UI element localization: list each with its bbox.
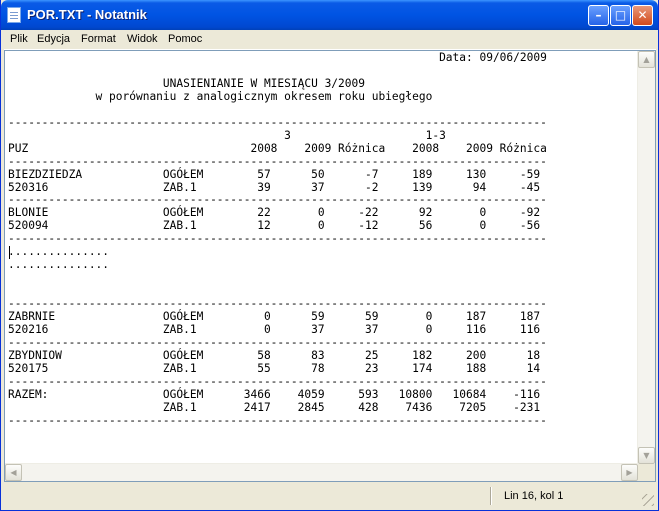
text-line: BIEZDZIEDZA OGÓŁEM 57 50 -7 189 130 -59 xyxy=(8,167,541,181)
text-line: ----------------------------------------… xyxy=(8,115,547,129)
text-line: 520175 ZAB.1 55 78 23 174 188 14 xyxy=(8,361,541,375)
text-line: ----------------------------------------… xyxy=(8,154,547,168)
text-line: ZBYDNIOW OGÓŁEM 58 83 25 182 200 18 xyxy=(8,348,541,362)
text-line xyxy=(8,65,636,78)
vertical-scrollbar[interactable]: ▲ ▼ xyxy=(637,51,655,464)
scrollbar-corner xyxy=(638,464,655,481)
close-button[interactable]: ✕ xyxy=(632,5,653,26)
text-line xyxy=(8,272,636,285)
text-line: Data: 09/06/2009 xyxy=(8,52,547,64)
text-line: ZAB.1 2417 2845 428 7436 7205 -231 xyxy=(8,400,541,414)
resize-grip-icon[interactable] xyxy=(642,494,654,506)
text-line: ----------------------------------------… xyxy=(8,413,547,427)
status-bar: Lin 16, kol 1 xyxy=(4,484,656,508)
maximize-button[interactable]: □ xyxy=(610,5,631,26)
text-line: ----------------------------------------… xyxy=(8,374,547,388)
scroll-left-button[interactable]: ◀ xyxy=(5,464,22,481)
menu-plik[interactable]: Plik xyxy=(10,33,28,45)
menu-widok[interactable]: Widok xyxy=(127,33,158,45)
text-line: UNASIENIANIE W MIESIĄCU 3/2009 xyxy=(8,76,365,90)
title-bar[interactable]: POR.TXT - Notatnik – □ ✕ xyxy=(1,0,658,30)
cursor-position: Lin 16, kol 1 xyxy=(504,490,564,502)
scroll-right-button[interactable]: ▶ xyxy=(621,464,638,481)
horizontal-scrollbar[interactable]: ◀ ▶ xyxy=(5,463,638,481)
document-text[interactable]: Data: 09/06/2009 UNASIENIANIE W MIESIĄCU… xyxy=(8,52,636,465)
menu-bar: Plik Edycja Format Widok Pomoc xyxy=(4,30,656,50)
window-title: POR.TXT - Notatnik xyxy=(27,7,147,22)
text-line xyxy=(8,104,636,117)
notepad-window: POR.TXT - Notatnik – □ ✕ Plik Edycja For… xyxy=(0,0,659,511)
status-divider xyxy=(490,487,491,505)
text-line: RAZEM: OGÓŁEM 3466 4059 593 10800 10684 … xyxy=(8,387,541,401)
notepad-icon[interactable] xyxy=(7,7,21,23)
scroll-down-button[interactable]: ▼ xyxy=(638,447,655,464)
minimize-button[interactable]: – xyxy=(588,5,609,26)
text-caret xyxy=(9,246,10,259)
menu-format[interactable]: Format xyxy=(81,33,116,45)
menu-pomoc[interactable]: Pomoc xyxy=(168,33,202,45)
text-line: ----------------------------------------… xyxy=(8,335,547,349)
text-editor[interactable]: Data: 09/06/2009 UNASIENIANIE W MIESIĄCU… xyxy=(4,50,656,482)
text-line: ............... xyxy=(8,258,110,272)
text-line: PUZ 2008 2009 Różnica 2008 2009 Różnica xyxy=(8,141,547,155)
menu-edycja[interactable]: Edycja xyxy=(37,33,70,45)
text-line: 3 1-3 xyxy=(8,128,446,142)
text-line: w porównaniu z analogicznym okresem roku… xyxy=(8,89,433,103)
scroll-up-button[interactable]: ▲ xyxy=(638,51,655,68)
